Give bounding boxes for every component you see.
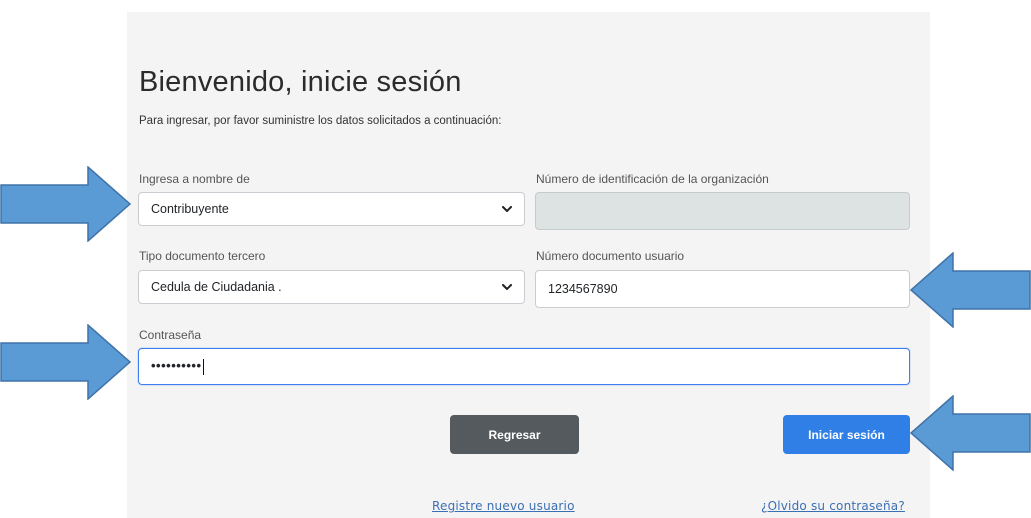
back-button[interactable]: Regresar [450, 415, 579, 454]
user-doc-input[interactable]: 1234567890 [535, 270, 910, 308]
chevron-down-icon [502, 282, 512, 292]
on-behalf-select[interactable]: Contribuyente [138, 192, 525, 226]
doc-type-label: Tipo documento tercero [139, 249, 266, 263]
doc-type-select[interactable]: Cedula de Ciudadania . [138, 270, 525, 304]
arrow-left-icon [910, 252, 1031, 328]
forgot-password-link[interactable]: ¿Olvido su contraseña? [761, 499, 905, 513]
page-title: Bienvenido, inicie sesión [139, 66, 462, 98]
chevron-down-icon [502, 204, 512, 214]
org-id-input[interactable] [535, 192, 910, 230]
on-behalf-label: Ingresa a nombre de [139, 172, 250, 186]
doc-type-value: Cedula de Ciudadania . [151, 280, 282, 294]
page-subtitle: Para ingresar, por favor suministre los … [139, 115, 502, 127]
user-doc-value: 1234567890 [548, 282, 618, 296]
on-behalf-value: Contribuyente [151, 202, 229, 216]
login-button[interactable]: Iniciar sesión [783, 415, 910, 454]
arrow-right-icon [0, 166, 132, 242]
user-doc-label: Número documento usuario [536, 249, 685, 263]
password-value: •••••••••• [151, 358, 204, 375]
arrow-right-icon [0, 324, 132, 400]
password-label: Contraseña [139, 328, 202, 342]
register-link[interactable]: Registre nuevo usuario [432, 499, 575, 513]
login-panel: Bienvenido, inicie sesión Para ingresar,… [127, 12, 930, 518]
arrow-left-icon [910, 395, 1031, 471]
org-id-label: Número de identificación de la organizac… [536, 172, 769, 186]
password-input[interactable]: •••••••••• [138, 348, 910, 385]
